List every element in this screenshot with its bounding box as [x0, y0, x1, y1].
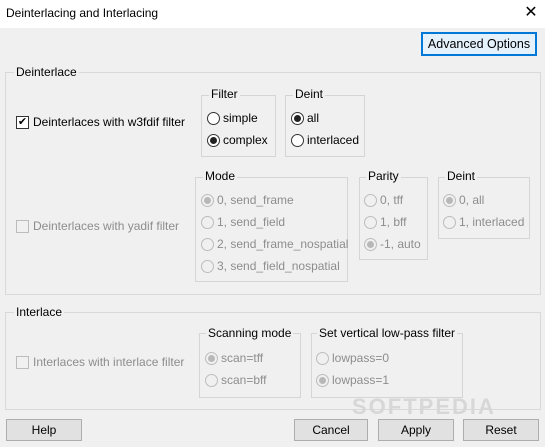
yadif-deint-interlaced-label: 1, interlaced	[459, 215, 525, 229]
lowpass-1-radio[interactable]	[316, 374, 329, 387]
w3fdif-deint-legend: Deint	[293, 87, 326, 101]
yadif-deint-all-radio[interactable]	[443, 194, 456, 207]
interlace-label: Interlaces with interlace filter	[33, 355, 185, 369]
parity-auto-label: -1, auto	[380, 237, 421, 251]
cancel-button[interactable]: Cancel	[294, 419, 368, 441]
deint-all-radio[interactable]	[291, 112, 304, 125]
scanning-mode-group	[199, 333, 301, 398]
interlace-checkbox[interactable]	[16, 356, 29, 369]
lowpass-0-label: lowpass=0	[332, 351, 390, 365]
interlace-legend: Interlace	[14, 305, 65, 319]
yadif-deint-legend: Deint	[445, 169, 478, 183]
mode-send-frame-nospatial-label: 2, send_frame_nospatial	[217, 237, 349, 251]
w3fdif-label: Deinterlaces with w3fdif filter	[33, 115, 186, 129]
mode-send-frame-radio[interactable]	[201, 194, 214, 207]
mode-send-field-nospatial-label: 3, send_field_nospatial	[217, 259, 340, 273]
filter-simple-label: simple	[223, 111, 258, 125]
yadif-deint-all-label: 0, all	[459, 193, 485, 207]
filter-group	[201, 95, 276, 157]
lowpass-legend: Set vertical low-pass filter	[317, 326, 458, 340]
filter-complex-radio[interactable]	[207, 134, 220, 147]
lowpass-0-radio[interactable]	[316, 352, 329, 365]
deint-interlaced-label: interlaced	[307, 133, 360, 147]
window-title: Deinterlacing and Interlacing	[6, 6, 159, 20]
apply-button[interactable]: Apply	[378, 419, 454, 441]
mode-legend: Mode	[203, 169, 238, 183]
watermark: SOFTPEDIA	[352, 394, 496, 419]
scan-tff-label: scan=tff	[221, 351, 264, 365]
mode-send-field-label: 1, send_field	[217, 215, 286, 229]
w3fdif-checkbox[interactable]: ✔	[16, 116, 29, 129]
mode-send-field-nospatial-radio[interactable]	[201, 260, 214, 273]
yadif-deint-interlaced-radio[interactable]	[443, 216, 456, 229]
lowpass-group	[311, 333, 463, 398]
help-button[interactable]: Help	[6, 419, 82, 441]
advanced-options-button[interactable]: Advanced Options	[421, 32, 537, 56]
parity-auto-radio[interactable]	[364, 238, 377, 251]
parity-tff-label: 0, tff	[380, 193, 404, 207]
reset-button[interactable]: Reset	[463, 419, 539, 441]
mode-send-field-radio[interactable]	[201, 216, 214, 229]
parity-tff-radio[interactable]	[364, 194, 377, 207]
yadif-checkbox[interactable]	[16, 220, 29, 233]
parity-bff-radio[interactable]	[364, 216, 377, 229]
yadif-deint-group	[438, 177, 530, 239]
mode-send-frame-label: 0, send_frame	[217, 193, 294, 207]
filter-simple-radio[interactable]	[207, 112, 220, 125]
close-icon[interactable]: ✕	[520, 2, 542, 24]
scan-bff-label: scan=bff	[221, 373, 267, 387]
deinterlace-legend: Deinterlace	[14, 65, 79, 79]
scan-bff-radio[interactable]	[205, 374, 218, 387]
scan-tff-radio[interactable]	[205, 352, 218, 365]
yadif-label: Deinterlaces with yadif filter	[33, 219, 180, 233]
filter-legend: Filter	[209, 87, 240, 101]
parity-bff-label: 1, bff	[380, 215, 407, 229]
w3fdif-deint-group	[285, 95, 365, 157]
mode-send-frame-nospatial-radio[interactable]	[201, 238, 214, 251]
deint-interlaced-radio[interactable]	[291, 134, 304, 147]
lowpass-1-label: lowpass=1	[332, 373, 390, 387]
scanning-mode-legend: Scanning mode	[206, 326, 294, 340]
deint-all-label: all	[307, 111, 320, 125]
filter-complex-label: complex	[223, 133, 268, 147]
parity-legend: Parity	[366, 169, 401, 183]
